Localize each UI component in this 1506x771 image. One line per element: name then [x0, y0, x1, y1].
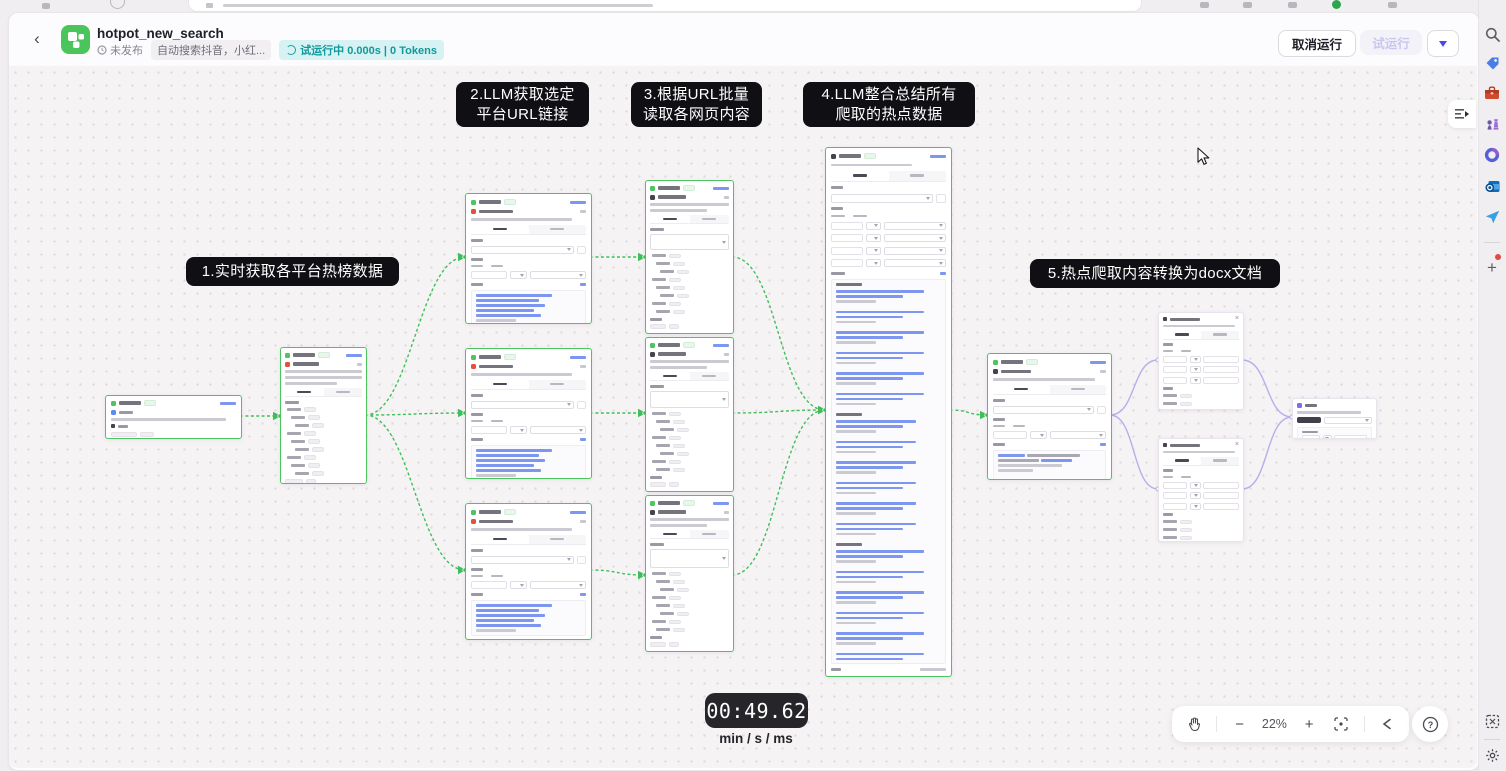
tag-icon[interactable]: [1482, 53, 1502, 73]
workflow-node-url-reader-1[interactable]: [645, 180, 734, 334]
zoom-in-button[interactable]: +: [1299, 714, 1319, 734]
workflow-node-start[interactable]: [105, 395, 242, 439]
fit-view-icon[interactable]: [1331, 714, 1351, 734]
clock-icon: [97, 44, 107, 55]
new-tab-plus-icon[interactable]: +: [1482, 258, 1502, 278]
divider: [1484, 739, 1500, 740]
workflow-node-docx-llm[interactable]: [987, 353, 1112, 480]
timer-unit-label: min / s / ms: [719, 731, 793, 746]
workflow-app-icon: [61, 25, 90, 54]
paper-plane-icon[interactable]: [1482, 207, 1502, 227]
settings-gear-icon[interactable]: [1482, 745, 1502, 765]
back-button[interactable]: ‹: [28, 29, 46, 48]
workflow-node-hot-search-1[interactable]: [465, 193, 592, 324]
question-icon: ?: [1422, 716, 1438, 732]
browser-address-bar[interactable]: [188, 0, 1142, 12]
toolbox-icon[interactable]: [1482, 83, 1502, 103]
divider: [1363, 716, 1365, 732]
extension-icon[interactable]: [1288, 2, 1297, 8]
workflow-node-create-docx-1[interactable]: ×: [1158, 312, 1244, 410]
step-label[interactable]: 5.热点爬取内容转换为docx文档: [1030, 259, 1280, 288]
pan-hand-icon[interactable]: [1184, 714, 1204, 734]
url-text-blur: [223, 4, 653, 7]
zoom-out-button[interactable]: −: [1230, 714, 1250, 734]
elapsed-timer: 00:49.62: [705, 693, 808, 728]
profile-icon[interactable]: [1388, 2, 1397, 8]
notification-dot: [1495, 254, 1501, 260]
run-status-badge: 试运行中 0.000s | 0 Tokens: [279, 39, 444, 60]
search-icon[interactable]: [1482, 24, 1502, 44]
collapse-chevron-icon[interactable]: [1377, 714, 1397, 734]
test-run-button-disabled[interactable]: 试运行: [1360, 30, 1422, 55]
extension-green-icon[interactable]: [1332, 0, 1341, 9]
extension-icon[interactable]: [1243, 2, 1252, 8]
mouse-cursor: [1197, 147, 1211, 171]
publish-status: 未发布: [97, 42, 143, 58]
help-button[interactable]: ?: [1412, 706, 1448, 742]
workflow-node-llm-summary[interactable]: [825, 147, 952, 677]
svg-text:?: ?: [1427, 720, 1433, 730]
panel-list-icon: [1455, 109, 1469, 119]
step-label[interactable]: 1.实时获取各平台热榜数据: [186, 257, 399, 286]
screenshot-icon[interactable]: [1482, 711, 1502, 731]
workflow-node-create-docx-2[interactable]: ×: [1158, 438, 1244, 542]
workflow-meta: 未发布 自动搜索抖音，小红... 试运行中 0.000s | 0 Tokens: [97, 39, 444, 60]
page-title: hotpot_new_search: [97, 26, 224, 41]
canvas-toolbar: − 22% +: [1172, 706, 1409, 742]
screen: { "app": { "header": { "title": "hotpot_…: [0, 0, 1506, 771]
browser-refresh-icon[interactable]: [110, 0, 125, 9]
workflow-description-chip: 自动搜索抖音，小红...: [151, 39, 272, 60]
run-options-dropdown[interactable]: [1427, 30, 1459, 57]
zoom-level: 22%: [1261, 717, 1287, 731]
chevron-down-icon: [1439, 40, 1447, 47]
chess-icon[interactable]: [1482, 114, 1502, 134]
divider: [1484, 242, 1500, 243]
workflow-node-hot-search-3[interactable]: [465, 503, 592, 640]
browser-toolbar-clipped: [0, 0, 1506, 12]
step-label[interactable]: 4.LLM整合总结所有 爬取的热点数据: [803, 82, 975, 127]
workflow-node-hot-search-2[interactable]: [465, 348, 592, 479]
cancel-run-button[interactable]: 取消运行: [1278, 30, 1357, 57]
step-label[interactable]: 3.根据URL批量 读取各网页内容: [631, 82, 762, 127]
workflow-node-url-reader-2[interactable]: [645, 337, 734, 492]
browser-back-icon[interactable]: [42, 3, 50, 9]
workflow-node-end[interactable]: [1292, 398, 1377, 439]
spinner-icon: [286, 44, 297, 55]
bookmark-icon[interactable]: [1200, 2, 1209, 8]
divider: [1216, 716, 1218, 732]
copilot-ring-icon[interactable]: [1482, 145, 1502, 165]
site-info-icon: [206, 3, 213, 8]
results-panel-toggle-button[interactable]: [1448, 100, 1476, 128]
outlook-icon[interactable]: [1482, 176, 1502, 196]
step-label[interactable]: 2.LLM获取选定 平台URL链接: [456, 82, 589, 127]
workflow-node-url-reader-3[interactable]: [645, 495, 734, 652]
workflow-node-llm-branch[interactable]: [280, 347, 367, 484]
